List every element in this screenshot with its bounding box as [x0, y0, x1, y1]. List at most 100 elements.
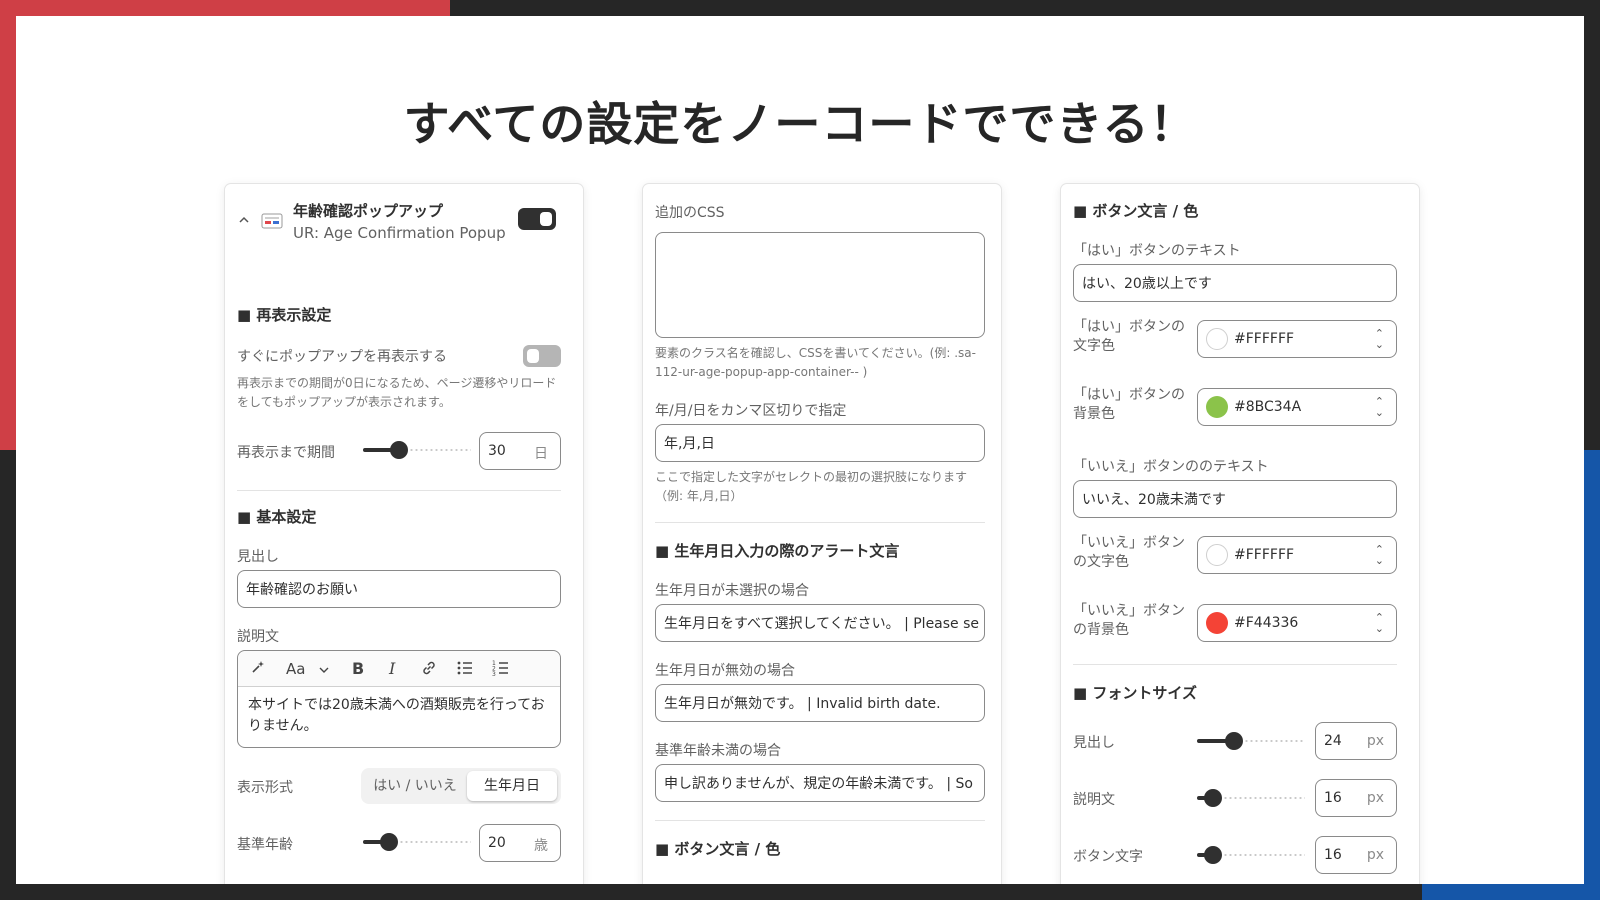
- underage-label: 基準年齢未満の場合: [655, 743, 781, 759]
- desc-size-unit: px: [1366, 790, 1384, 806]
- no-bg-hex: #F44336: [1234, 615, 1299, 631]
- yes-text-input[interactable]: はい、20歳以上です: [1073, 264, 1397, 302]
- heading-input[interactable]: 年齢確認のお願い: [237, 570, 561, 608]
- settings-panel-app: 年齢確認ポップアップ UR: Age Confirmation Popup ■ …: [225, 184, 583, 884]
- select-chevron-icon: ⌃ ⌄: [1374, 543, 1384, 567]
- app-enable-toggle[interactable]: [518, 208, 556, 230]
- yes-bg-hex: #8BC34A: [1234, 399, 1302, 415]
- redisplay-period-value: 30: [488, 443, 506, 459]
- base-age-slider[interactable]: [363, 833, 471, 851]
- unselected-input[interactable]: 生年月日をすべて選択してください。 | Please se: [655, 604, 985, 642]
- bullet-list-icon[interactable]: [456, 659, 474, 681]
- section-title-basic: ■ 基本設定: [237, 508, 317, 526]
- redisplay-toggle[interactable]: [523, 345, 561, 367]
- date-order-input[interactable]: 年,月,日: [655, 424, 985, 462]
- editor-toolbar: Aa B I 123: [238, 651, 560, 687]
- magic-icon[interactable]: [250, 659, 266, 679]
- base-age-input[interactable]: 20 歳: [479, 824, 561, 862]
- description-editor[interactable]: Aa B I 123 本サイトでは20歳未満への酒類販売を行っておりません。: [237, 650, 561, 748]
- bold-icon[interactable]: B: [352, 659, 364, 678]
- no-fg-color-select[interactable]: #FFFFFF ⌃ ⌄: [1197, 536, 1397, 574]
- app-title: 年齢確認ポップアップ: [293, 202, 444, 220]
- redisplay-period-unit: 日: [534, 446, 548, 462]
- heading-size-slider[interactable]: [1197, 732, 1305, 750]
- chevron-up-icon[interactable]: [237, 212, 251, 226]
- heading-size-input[interactable]: 24 px: [1315, 722, 1397, 760]
- yes-text-label: 「はい」ボタンのテキスト: [1073, 243, 1241, 259]
- color-swatch: [1206, 612, 1228, 634]
- select-chevron-icon: ⌃ ⌄: [1374, 611, 1384, 635]
- desc-size-slider[interactable]: [1197, 789, 1305, 807]
- accent-red-left: [0, 0, 16, 450]
- no-bg-label: 「いいえ」ボタンの背景色: [1073, 603, 1185, 638]
- css-label: 追加のCSS: [655, 205, 725, 221]
- chevron-down-icon[interactable]: [318, 661, 330, 680]
- desc-size-label: 説明文: [1073, 792, 1115, 808]
- select-chevron-icon: ⌃ ⌄: [1374, 327, 1384, 351]
- format-option-yes-no[interactable]: はい / いいえ: [365, 771, 465, 801]
- redisplay-toggle-label: すぐにポップアップを再表示する: [237, 349, 447, 365]
- section-title-buttons: ■ ボタン文言 / 色: [655, 840, 781, 858]
- settings-panel-buttons: ■ ボタン文言 / 色 「はい」ボタンのテキスト はい、20歳以上です 「はい」…: [1061, 184, 1419, 884]
- headline: すべての設定をノーコードでできる！: [403, 97, 1197, 151]
- divider: [237, 490, 561, 491]
- numbered-list-icon[interactable]: 123: [492, 659, 510, 681]
- divider: [655, 522, 985, 523]
- app-icon: [261, 212, 283, 230]
- app-subtitle: UR: Age Confirmation Popup: [293, 224, 506, 242]
- display-format-label: 表示形式: [237, 780, 293, 796]
- invalid-label: 生年月日が無効の場合: [655, 663, 795, 679]
- section-title-font-size: ■ フォントサイズ: [1073, 684, 1197, 702]
- font-icon[interactable]: Aa: [286, 660, 305, 678]
- button-size-value: 16: [1324, 847, 1342, 863]
- heading-size-value: 24: [1324, 733, 1342, 749]
- css-help: 要素のクラス名を確認し、CSSを書いてください。(例: .sa-112-ur-a…: [655, 346, 976, 379]
- accent-blue-bottom: [1422, 884, 1600, 900]
- yes-fg-hex: #FFFFFF: [1234, 331, 1295, 347]
- heading-label: 見出し: [237, 549, 279, 565]
- redisplay-period-slider[interactable]: [363, 441, 471, 459]
- format-option-birthdate[interactable]: 生年月日: [467, 771, 557, 801]
- yes-fg-label: 「はい」ボタンの文字色: [1073, 319, 1185, 354]
- slide-canvas: すべての設定をノーコードでできる！ 年齢確認ポップアップ UR: Age Con…: [16, 16, 1584, 884]
- display-format-segmented: はい / いいえ 生年月日: [361, 768, 561, 804]
- redisplay-period-input[interactable]: 30 日: [479, 432, 561, 470]
- no-fg-hex: #FFFFFF: [1234, 547, 1295, 563]
- date-order-help: ここで指定した文字がセレクトの最初の選択肢になります（例: 年,月,日）: [655, 470, 968, 503]
- no-text-input[interactable]: いいえ、20歳未満です: [1073, 480, 1397, 518]
- heading-size-unit: px: [1366, 733, 1384, 749]
- no-text-label: 「いいえ」ボタンののテキスト: [1073, 459, 1269, 475]
- accent-red-top: [0, 0, 450, 16]
- accent-blue-right: [1584, 450, 1600, 900]
- divider: [655, 820, 985, 821]
- button-size-unit: px: [1366, 847, 1384, 863]
- invalid-input[interactable]: 生年月日が無効です。 | Invalid birth date.: [655, 684, 985, 722]
- desc-size-input[interactable]: 16 px: [1315, 779, 1397, 817]
- description-text: 本サイトでは20歳未満への酒類販売を行っておりません。: [248, 697, 545, 734]
- desc-size-value: 16: [1324, 790, 1342, 806]
- redisplay-help: 再表示までの期間が0日になるため、ページ遷移やリロードをしてもポップアップが表示…: [237, 376, 557, 409]
- date-order-label: 年/月/日をカンマ区切りで指定: [655, 403, 847, 419]
- select-chevron-icon: ⌃ ⌄: [1374, 395, 1384, 419]
- no-bg-color-select[interactable]: #F44336 ⌃ ⌄: [1197, 604, 1397, 642]
- base-age-label: 基準年齢: [237, 837, 293, 853]
- yes-bg-label: 「はい」ボタンの背景色: [1073, 387, 1185, 422]
- yes-fg-color-select[interactable]: #FFFFFF ⌃ ⌄: [1197, 320, 1397, 358]
- description-label: 説明文: [237, 629, 279, 645]
- link-icon[interactable]: [420, 659, 438, 681]
- button-size-input[interactable]: 16 px: [1315, 836, 1397, 874]
- section-title-alerts: ■ 生年月日入力の際のアラート文言: [655, 542, 900, 560]
- svg-text:3: 3: [492, 671, 496, 677]
- heading-size-label: 見出し: [1073, 735, 1115, 751]
- underage-input[interactable]: 申し訳ありませんが、規定の年齢未満です。 | So: [655, 764, 985, 802]
- button-size-slider[interactable]: [1197, 846, 1305, 864]
- base-age-value: 20: [488, 835, 506, 851]
- yes-bg-color-select[interactable]: #8BC34A ⌃ ⌄: [1197, 388, 1397, 426]
- divider: [1073, 664, 1397, 665]
- section-title-buttons: ■ ボタン文言 / 色: [1073, 202, 1199, 220]
- no-fg-label: 「いいえ」ボタンの文字色: [1073, 535, 1185, 570]
- unselected-label: 生年月日が未選択の場合: [655, 583, 809, 599]
- italic-icon[interactable]: I: [389, 659, 395, 678]
- css-textarea[interactable]: [655, 232, 985, 338]
- color-swatch: [1206, 544, 1228, 566]
